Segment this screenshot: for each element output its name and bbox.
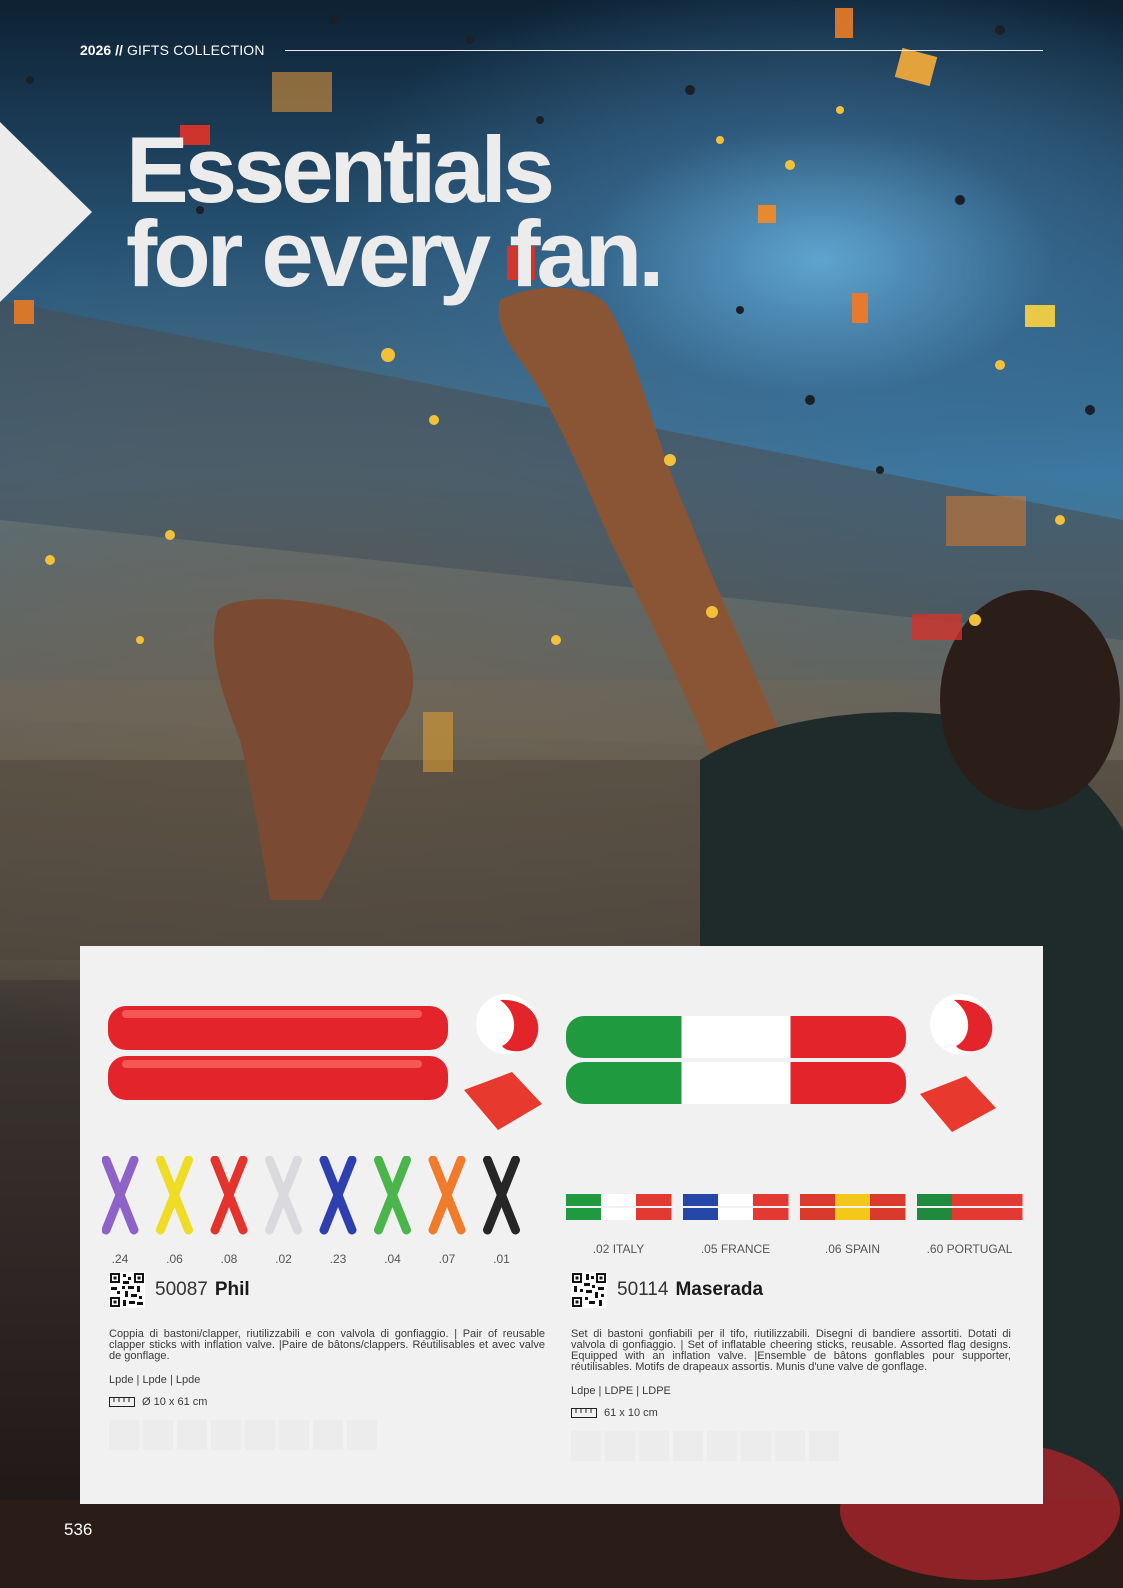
product-image-phil — [108, 994, 542, 1130]
flag-label: .02 ITALY — [592, 1242, 645, 1256]
product-material: Lpde | Lpde | Lpde — [109, 1374, 201, 1386]
color-code-label: .01 — [493, 1252, 510, 1266]
product-code: 50087 — [155, 1279, 208, 1300]
dimensions-value: 61 x 10 cm — [604, 1407, 658, 1419]
color-swatch — [156, 1156, 193, 1235]
flag-label: .06 SPAIN — [824, 1242, 881, 1256]
flag-swatch — [800, 1194, 906, 1220]
product-description: Set di bastoni gonfiabili per il tifo, r… — [571, 1328, 1011, 1373]
flag-swatch — [917, 1194, 1023, 1220]
color-swatch — [210, 1156, 248, 1235]
ruler-icon — [109, 1397, 135, 1407]
color-code-label: .06 — [166, 1252, 183, 1266]
ruler-icon — [571, 1408, 597, 1418]
placeholder-swatches — [571, 1431, 843, 1461]
color-code-label: .23 — [329, 1252, 347, 1266]
qr-code-icon[interactable] — [571, 1272, 607, 1308]
product-name: Phil — [214, 1279, 250, 1300]
color-swatches-phil — [102, 1156, 520, 1235]
product-dimensions: 61 x 10 cm — [571, 1407, 658, 1419]
product-description: Coppia di bastoni/clapper, riutilizzabil… — [109, 1328, 545, 1362]
color-swatch — [265, 1156, 302, 1235]
header-rule — [284, 49, 1043, 51]
product-code: 50114 — [617, 1279, 669, 1300]
product-image-maserada — [566, 994, 996, 1132]
product-name: Maserada — [675, 1279, 764, 1300]
color-code-label: .02 — [275, 1252, 292, 1266]
decorative-triangle — [0, 122, 92, 302]
flag-swatch — [683, 1194, 789, 1220]
title-line-1: Essentials — [126, 117, 555, 222]
color-swatch — [483, 1156, 520, 1235]
catalog-header: 2026 // GIFTS COLLECTION — [80, 40, 1043, 60]
color-swatch — [319, 1156, 357, 1235]
product-dimensions: Ø 10 x 61 cm — [109, 1396, 207, 1408]
product-card-phil: 50087 Phil Coppia di bastoni/clapper, ri… — [80, 946, 550, 1504]
product-heading-maserada: 50114 Maserada — [571, 1272, 763, 1308]
title-line-2: for every fan. — [126, 201, 664, 306]
product-panel: 50087 Phil Coppia di bastoni/clapper, ri… — [80, 946, 1043, 1504]
header-separator: // — [115, 42, 123, 58]
product-card-maserada: 50114 Maserada Set di bastoni gonfiabili… — [558, 946, 1043, 1504]
color-swatch — [428, 1156, 466, 1235]
color-code-label: .04 — [384, 1252, 401, 1266]
dimensions-value: Ø 10 x 61 cm — [142, 1396, 208, 1408]
flag-swatches-maserada — [566, 1194, 1023, 1220]
color-swatch — [374, 1156, 411, 1235]
page-number: 536 — [64, 1520, 93, 1539]
product-heading-phil: 50087 Phil — [109, 1272, 250, 1308]
flag-label: .60 PORTUGAL — [926, 1242, 1013, 1256]
flag-swatch — [566, 1194, 672, 1220]
header-collection: GIFTS COLLECTION — [126, 42, 265, 58]
product-material: Ldpe | LDPE | LDPE — [571, 1385, 671, 1397]
color-swatch — [102, 1156, 139, 1235]
header-year: 2026 — [80, 42, 112, 58]
page-title: Essentials for every fan. — [126, 117, 664, 306]
flag-label: .05 FRANCE — [700, 1242, 771, 1256]
color-code-label: .08 — [220, 1252, 238, 1266]
color-code-label: .24 — [111, 1252, 129, 1266]
color-code-label: .07 — [438, 1252, 456, 1266]
placeholder-swatches — [109, 1420, 381, 1450]
qr-code-icon[interactable] — [109, 1272, 145, 1308]
